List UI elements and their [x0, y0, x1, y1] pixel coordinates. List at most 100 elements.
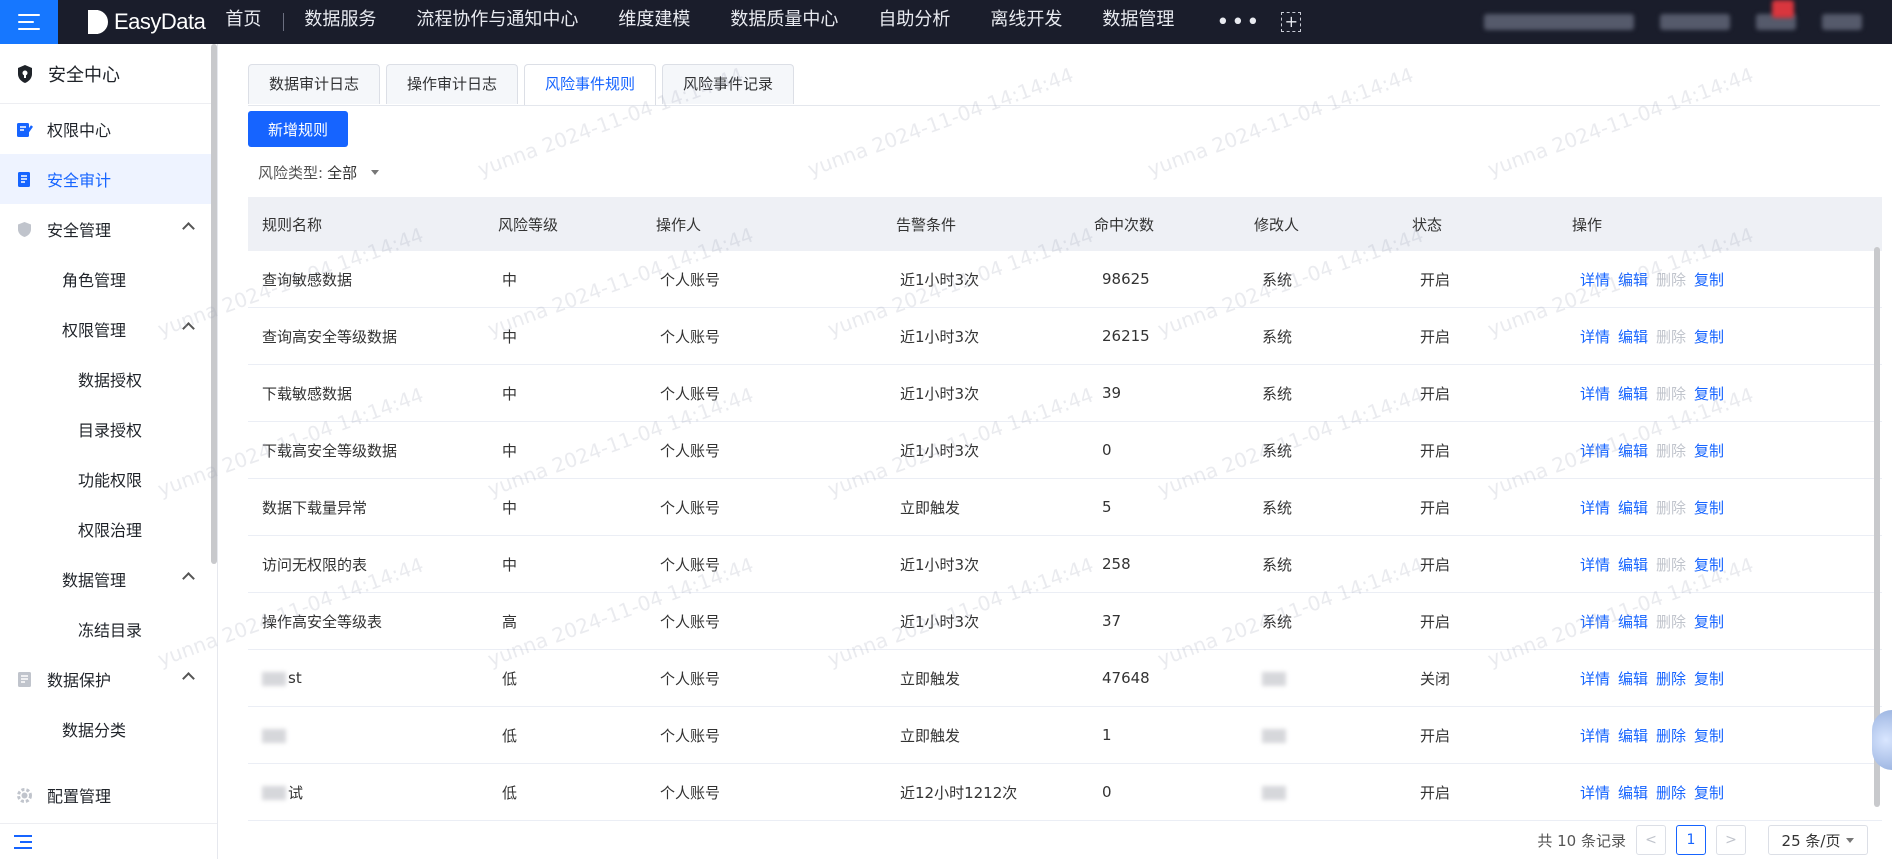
copy-link[interactable]: 复制 [1694, 440, 1724, 461]
edit-link[interactable]: 编辑 [1618, 611, 1648, 632]
hit-count-cell-text: 1 [1102, 726, 1112, 744]
edit-link[interactable]: 编辑 [1618, 440, 1648, 461]
assistant-bubble[interactable] [1872, 710, 1892, 770]
nav-data-service[interactable]: 数据服务 [284, 0, 396, 44]
risk-level-cell-text: 高 [502, 612, 518, 631]
sidebar-scrollbar[interactable] [211, 44, 217, 564]
table-row: st 低 个人账号 立即触发 47648 关闭 详情 编辑 删除 复制 [248, 650, 1882, 707]
sidebar-item-permission-center[interactable]: 权限中心 [0, 104, 217, 154]
sidebar-item-security-management[interactable]: 安全管理 [0, 204, 217, 254]
add-rule-button[interactable]: 新增规则 [248, 111, 348, 147]
sidebar-item-data-classification[interactable]: 数据分类 [0, 704, 217, 754]
chevron-up-icon[interactable] [182, 672, 195, 685]
actions-cell: 详情 编辑 删除 复制 [1572, 554, 1724, 575]
page-1-button[interactable]: 1 [1676, 825, 1706, 855]
detail-link[interactable]: 详情 [1580, 440, 1610, 461]
redacted-project[interactable] [1484, 14, 1634, 30]
copy-link[interactable]: 复制 [1694, 269, 1724, 290]
risk-level-cell: 中 [498, 383, 656, 404]
sidebar-item-data-authorization[interactable]: 数据授权 [0, 354, 217, 404]
edit-link[interactable]: 编辑 [1618, 725, 1648, 746]
sidebar-item-frozen-catalog[interactable]: 冻结目录 [0, 604, 217, 654]
sidebar-footer [0, 823, 217, 859]
copy-link[interactable]: 复制 [1694, 326, 1724, 347]
tab-risk-event-rules[interactable]: 风险事件规则 [524, 64, 657, 106]
modifier-cell [1254, 669, 1412, 687]
sidebar-item-role-management[interactable]: 角色管理 [0, 254, 217, 304]
nav-dimension-modeling[interactable]: 维度建模 [598, 0, 710, 44]
sidebar-item-config-management[interactable]: 配置管理 [0, 770, 217, 820]
status-cell-text: 开启 [1420, 783, 1451, 802]
copy-link[interactable]: 复制 [1694, 668, 1724, 689]
tab-operation-audit-log[interactable]: 操作审计日志 [386, 64, 519, 104]
edit-link[interactable]: 编辑 [1618, 668, 1648, 689]
detail-link[interactable]: 详情 [1580, 668, 1610, 689]
next-page-button[interactable]: > [1716, 825, 1746, 855]
nav-workflow-center[interactable]: 流程协作与通知中心 [396, 0, 598, 44]
redacted-workspace[interactable] [1660, 14, 1730, 30]
sidebar-item-function-permission[interactable]: 功能权限 [0, 454, 217, 504]
tab-data-audit-log[interactable]: 数据审计日志 [248, 64, 381, 104]
chevron-up-icon[interactable] [182, 222, 195, 235]
more-icon[interactable]: ••• [1194, 10, 1273, 35]
hamburger-menu-icon[interactable] [0, 0, 58, 44]
operator-cell-text: 个人账号 [660, 384, 721, 403]
edit-link[interactable]: 编辑 [1618, 782, 1648, 803]
delete-link[interactable]: 删除 [1656, 668, 1686, 689]
collapse-sidebar-icon[interactable] [14, 834, 32, 849]
risk-level-cell-text: 中 [502, 270, 518, 289]
risk-type-filter[interactable]: 风险类型: 全部 [258, 162, 380, 183]
sidebar-item-permission-governance[interactable]: 权限治理 [0, 504, 217, 554]
operator-cell: 个人账号 [656, 554, 896, 575]
detail-link[interactable]: 详情 [1580, 554, 1610, 575]
detail-link[interactable]: 详情 [1580, 782, 1610, 803]
tab-risk-event-records[interactable]: 风险事件记录 [662, 64, 795, 104]
operator-cell-text: 个人账号 [660, 669, 721, 688]
delete-link[interactable]: 删除 [1656, 782, 1686, 803]
brand-logo[interactable]: EasyData [88, 9, 206, 35]
delete-link[interactable]: 删除 [1656, 725, 1686, 746]
edit-link[interactable]: 编辑 [1618, 269, 1648, 290]
nav-data-management[interactable]: 数据管理 [1082, 0, 1194, 44]
document-gray-icon [18, 671, 31, 687]
detail-link[interactable]: 详情 [1580, 326, 1610, 347]
sidebar-item-label: 数据分类 [62, 721, 127, 740]
copy-link[interactable]: 复制 [1694, 725, 1724, 746]
sidebar-item-security-audit[interactable]: 安全审计 [0, 154, 217, 204]
detail-link[interactable]: 详情 [1580, 269, 1610, 290]
redacted-user[interactable] [1822, 14, 1862, 30]
operator-cell-text: 个人账号 [660, 555, 721, 574]
nav-offline-dev[interactable]: 离线开发 [970, 0, 1082, 44]
sidebar-item-data-protection[interactable]: 数据保护 [0, 654, 217, 704]
detail-link[interactable]: 详情 [1580, 725, 1610, 746]
edit-link[interactable]: 编辑 [1618, 326, 1648, 347]
sidebar-item-permission-management[interactable]: 权限管理 [0, 304, 217, 354]
edit-link[interactable]: 编辑 [1618, 554, 1648, 575]
copy-link[interactable]: 复制 [1694, 497, 1724, 518]
detail-link[interactable]: 详情 [1580, 497, 1610, 518]
add-app-icon[interactable]: + [1281, 12, 1302, 32]
shield-gray-icon [18, 221, 31, 237]
sidebar: 安全中心 权限中心 安全审计 安全管理 角色管理 权限管理 数据授权 目录授权 … [0, 44, 218, 859]
nav-self-analysis[interactable]: 自助分析 [858, 0, 970, 44]
alert-condition-cell-text: 近1小时3次 [900, 327, 980, 346]
actions-cell: 详情 编辑 删除 复制 [1572, 725, 1724, 746]
table-row: 访问无权限的表 中 个人账号 近1小时3次 258 系统 开启 详情 编辑 删除 复制 [248, 536, 1882, 593]
sidebar-item-data-management[interactable]: 数据管理 [0, 554, 217, 604]
edit-link[interactable]: 编辑 [1618, 383, 1648, 404]
detail-link[interactable]: 详情 [1580, 611, 1610, 632]
copy-link[interactable]: 复制 [1694, 383, 1724, 404]
detail-link[interactable]: 详情 [1580, 383, 1610, 404]
nav-home[interactable]: 首页 [223, 0, 283, 44]
prev-page-button[interactable]: < [1636, 825, 1666, 855]
copy-link[interactable]: 复制 [1694, 782, 1724, 803]
sidebar-item-catalog-authorization[interactable]: 目录授权 [0, 404, 217, 454]
hit-count-cell: 258 [1094, 555, 1254, 573]
copy-link[interactable]: 复制 [1694, 611, 1724, 632]
chevron-up-icon[interactable] [182, 322, 195, 335]
page-size-select[interactable]: 25 条/页 [1768, 825, 1868, 855]
copy-link[interactable]: 复制 [1694, 554, 1724, 575]
edit-link[interactable]: 编辑 [1618, 497, 1648, 518]
nav-data-quality[interactable]: 数据质量中心 [710, 0, 858, 44]
chevron-up-icon[interactable] [182, 572, 195, 585]
